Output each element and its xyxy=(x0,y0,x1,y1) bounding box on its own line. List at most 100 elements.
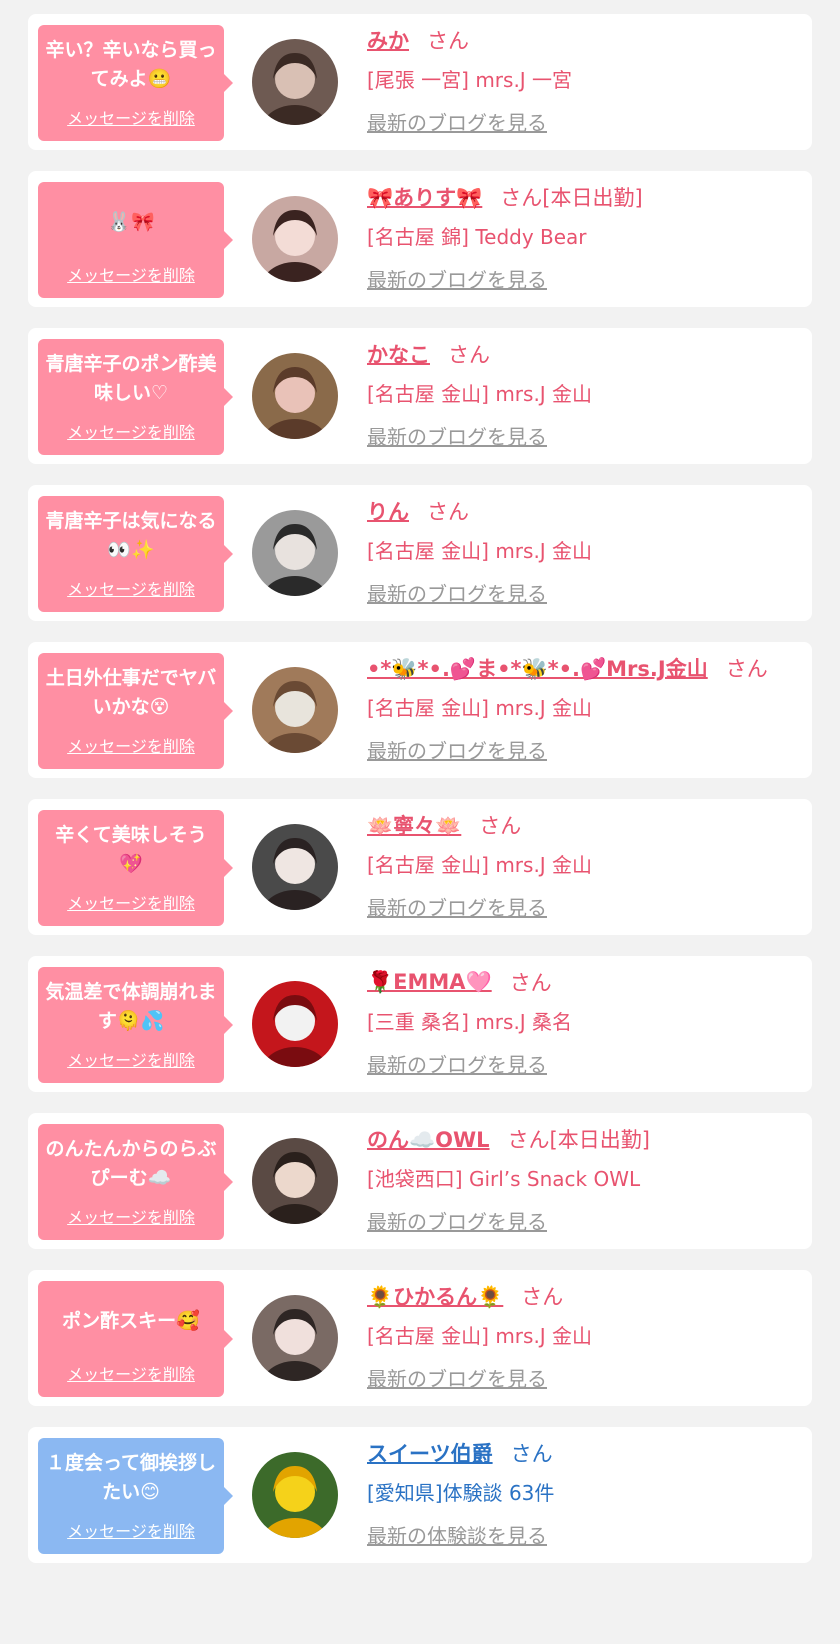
user-name-link[interactable]: りん xyxy=(367,496,409,526)
delete-message-link[interactable]: メッセージを削除 xyxy=(38,262,224,286)
message-bubble: 気温差で体調崩れます🫠💦 メッセージを削除 xyxy=(38,967,233,1083)
message-bubble: 土日外仕事だでヤバいかな😵 メッセージを削除 xyxy=(38,653,233,769)
name-line: 🌻ひかるん🌻 さん xyxy=(367,1280,563,1312)
message-bubble: のんたんからのらぶぴーむ☁️ メッセージを削除 xyxy=(38,1124,233,1240)
user-name-link[interactable]: 🎀ありす🎀 xyxy=(367,182,482,212)
user-name-link[interactable]: 🪷寧々🪷 xyxy=(367,810,461,840)
avatar[interactable] xyxy=(252,510,338,596)
message-card: 辛くて美味しそう💖 メッセージを削除 🪷寧々🪷 さん [名古屋 金山] mrs.… xyxy=(28,799,812,935)
shop-info: [池袋西口] Girl’s Snack OWL xyxy=(367,1167,641,1191)
name-suffix: さん xyxy=(479,814,522,838)
delete-message-link[interactable]: メッセージを削除 xyxy=(38,1361,224,1385)
shop-info: [名古屋 金山] mrs.J 金山 xyxy=(367,696,593,720)
delete-message-link[interactable]: メッセージを削除 xyxy=(38,890,224,914)
latest-blog-link[interactable]: 最新のブログを見る xyxy=(367,1363,547,1392)
user-name-link[interactable]: •*🐝*•.💕ま•*🐝*•.💕Mrs.J金山 xyxy=(367,653,708,683)
shop-info: [名古屋 金山] mrs.J 金山 xyxy=(367,1324,593,1348)
latest-blog-link[interactable]: 最新のブログを見る xyxy=(367,1206,547,1235)
avatar[interactable] xyxy=(252,1295,338,1381)
delete-message-link[interactable]: メッセージを削除 xyxy=(38,419,224,443)
message-card: のんたんからのらぶぴーむ☁️ メッセージを削除 のん☁️OWL さん[本日出勤]… xyxy=(28,1113,812,1249)
shop-info: [名古屋 金山] mrs.J 金山 xyxy=(367,382,593,406)
user-name-link[interactable]: 🌻ひかるん🌻 xyxy=(367,1281,503,1311)
delete-message-link[interactable]: メッセージを削除 xyxy=(38,733,224,757)
latest-blog-link[interactable]: 最新の体験談を見る xyxy=(367,1520,547,1549)
shop-info: [尾張 一宮] mrs.J 一宮 xyxy=(367,68,573,92)
message-text: 🐰🎀 xyxy=(107,210,155,233)
latest-blog-link[interactable]: 最新のブログを見る xyxy=(367,1049,547,1078)
user-name-link[interactable]: 🌹EMMA🩷 xyxy=(367,970,492,995)
name-line: 🎀ありす🎀 さん[本日出勤] xyxy=(367,181,643,213)
message-card: 🐰🎀 メッセージを削除 🎀ありす🎀 さん[本日出勤] [名古屋 錦] Teddy… xyxy=(28,171,812,307)
message-card: 土日外仕事だでヤバいかな😵 メッセージを削除 •*🐝*•.💕ま•*🐝*•.💕Mr… xyxy=(28,642,812,778)
message-bubble: １度会って御挨拶したい😊 メッセージを削除 xyxy=(38,1438,233,1554)
delete-message-link[interactable]: メッセージを削除 xyxy=(38,1047,224,1071)
avatar[interactable] xyxy=(252,824,338,910)
message-bubble: 辛い？辛いなら買ってみよ😬 メッセージを削除 xyxy=(38,25,233,141)
avatar[interactable] xyxy=(252,667,338,753)
shop-info: [三重 桑名] mrs.J 桑名 xyxy=(367,1010,573,1034)
name-line: みか さん xyxy=(367,24,469,56)
avatar[interactable] xyxy=(252,1138,338,1224)
avatar[interactable] xyxy=(252,39,338,125)
message-text: 気温差で体調崩れます🫠💦 xyxy=(45,981,217,1032)
avatar[interactable] xyxy=(252,196,338,282)
message-text: 辛くて美味しそう💖 xyxy=(55,824,207,875)
message-card: ポン酢スキー🥰 メッセージを削除 🌻ひかるん🌻 さん [名古屋 金山] mrs.… xyxy=(28,1270,812,1406)
shop-info: [名古屋 金山] mrs.J 金山 xyxy=(367,539,593,563)
shop-info: [名古屋 錦] Teddy Bear xyxy=(367,225,587,249)
delete-message-link[interactable]: メッセージを削除 xyxy=(38,1204,224,1228)
name-suffix: さん xyxy=(510,1442,553,1466)
name-suffix: さん xyxy=(509,971,552,995)
avatar[interactable] xyxy=(252,353,338,439)
latest-blog-link[interactable]: 最新のブログを見る xyxy=(367,578,547,607)
message-card: 気温差で体調崩れます🫠💦 メッセージを削除 🌹EMMA🩷 さん [三重 桑名] … xyxy=(28,956,812,1092)
name-suffix: さん xyxy=(725,657,768,681)
avatar[interactable] xyxy=(252,981,338,1067)
name-line: スイーツ伯爵 さん xyxy=(367,1437,553,1469)
message-bubble: ポン酢スキー🥰 メッセージを削除 xyxy=(38,1281,233,1397)
message-card: 青唐辛子は気になる👀✨ メッセージを削除 りん さん [名古屋 金山] mrs.… xyxy=(28,485,812,621)
name-suffix: さん xyxy=(448,343,490,367)
name-suffix: さん xyxy=(427,29,469,53)
name-suffix: さん xyxy=(521,1285,564,1309)
name-line: かなこ さん xyxy=(367,338,490,370)
latest-blog-link[interactable]: 最新のブログを見る xyxy=(367,264,547,293)
message-text: のんたんからのらぶぴーむ☁️ xyxy=(45,1138,217,1189)
shop-info: [名古屋 金山] mrs.J 金山 xyxy=(367,853,593,877)
message-bubble: 青唐辛子のポン酢美味しい♡ メッセージを削除 xyxy=(38,339,233,455)
latest-blog-link[interactable]: 最新のブログを見る xyxy=(367,421,547,450)
message-bubble: 🐰🎀 メッセージを削除 xyxy=(38,182,233,298)
name-line: のん☁️OWL さん[本日出勤] xyxy=(367,1123,650,1155)
name-suffix: さん[本日出勤] xyxy=(500,186,643,210)
message-text: １度会って御挨拶したい😊 xyxy=(45,1452,217,1503)
user-name-link[interactable]: かなこ xyxy=(367,339,430,369)
user-name-link[interactable]: みか xyxy=(367,25,409,55)
user-name-link[interactable]: のん☁️OWL xyxy=(367,1124,490,1154)
message-text: 青唐辛子のポン酢美味しい♡ xyxy=(45,353,217,404)
name-line: 🌹EMMA🩷 さん xyxy=(367,966,552,998)
message-card: １度会って御挨拶したい😊 メッセージを削除 スイーツ伯爵 さん [愛知県]体験談… xyxy=(28,1427,812,1563)
name-suffix: さん[本日出勤] xyxy=(507,1128,650,1152)
message-text: ポン酢スキー🥰 xyxy=(62,1309,200,1332)
delete-message-link[interactable]: メッセージを削除 xyxy=(38,1518,224,1542)
message-card: 辛い？辛いなら買ってみよ😬 メッセージを削除 みか さん [尾張 一宮] mrs… xyxy=(28,14,812,150)
message-bubble: 辛くて美味しそう💖 メッセージを削除 xyxy=(38,810,233,926)
name-line: •*🐝*•.💕ま•*🐝*•.💕Mrs.J金山 さん xyxy=(367,652,768,684)
avatar[interactable] xyxy=(252,1452,338,1538)
name-line: 🪷寧々🪷 さん xyxy=(367,809,521,841)
message-text: 青唐辛子は気になる👀✨ xyxy=(45,510,217,561)
message-card: 青唐辛子のポン酢美味しい♡ メッセージを削除 かなこ さん [名古屋 金山] m… xyxy=(28,328,812,464)
latest-blog-link[interactable]: 最新のブログを見る xyxy=(367,107,547,136)
message-bubble: 青唐辛子は気になる👀✨ メッセージを削除 xyxy=(38,496,233,612)
shop-info: [愛知県]体験談 63件 xyxy=(367,1481,555,1505)
user-name-link[interactable]: スイーツ伯爵 xyxy=(367,1438,493,1468)
message-text: 土日外仕事だでヤバいかな😵 xyxy=(45,667,217,718)
latest-blog-link[interactable]: 最新のブログを見る xyxy=(367,892,547,921)
latest-blog-link[interactable]: 最新のブログを見る xyxy=(367,735,547,764)
name-line: りん さん xyxy=(367,495,469,527)
name-suffix: さん xyxy=(427,500,469,524)
delete-message-link[interactable]: メッセージを削除 xyxy=(38,576,224,600)
delete-message-link[interactable]: メッセージを削除 xyxy=(38,105,224,129)
message-text: 辛い？辛いなら買ってみよ😬 xyxy=(45,39,217,90)
